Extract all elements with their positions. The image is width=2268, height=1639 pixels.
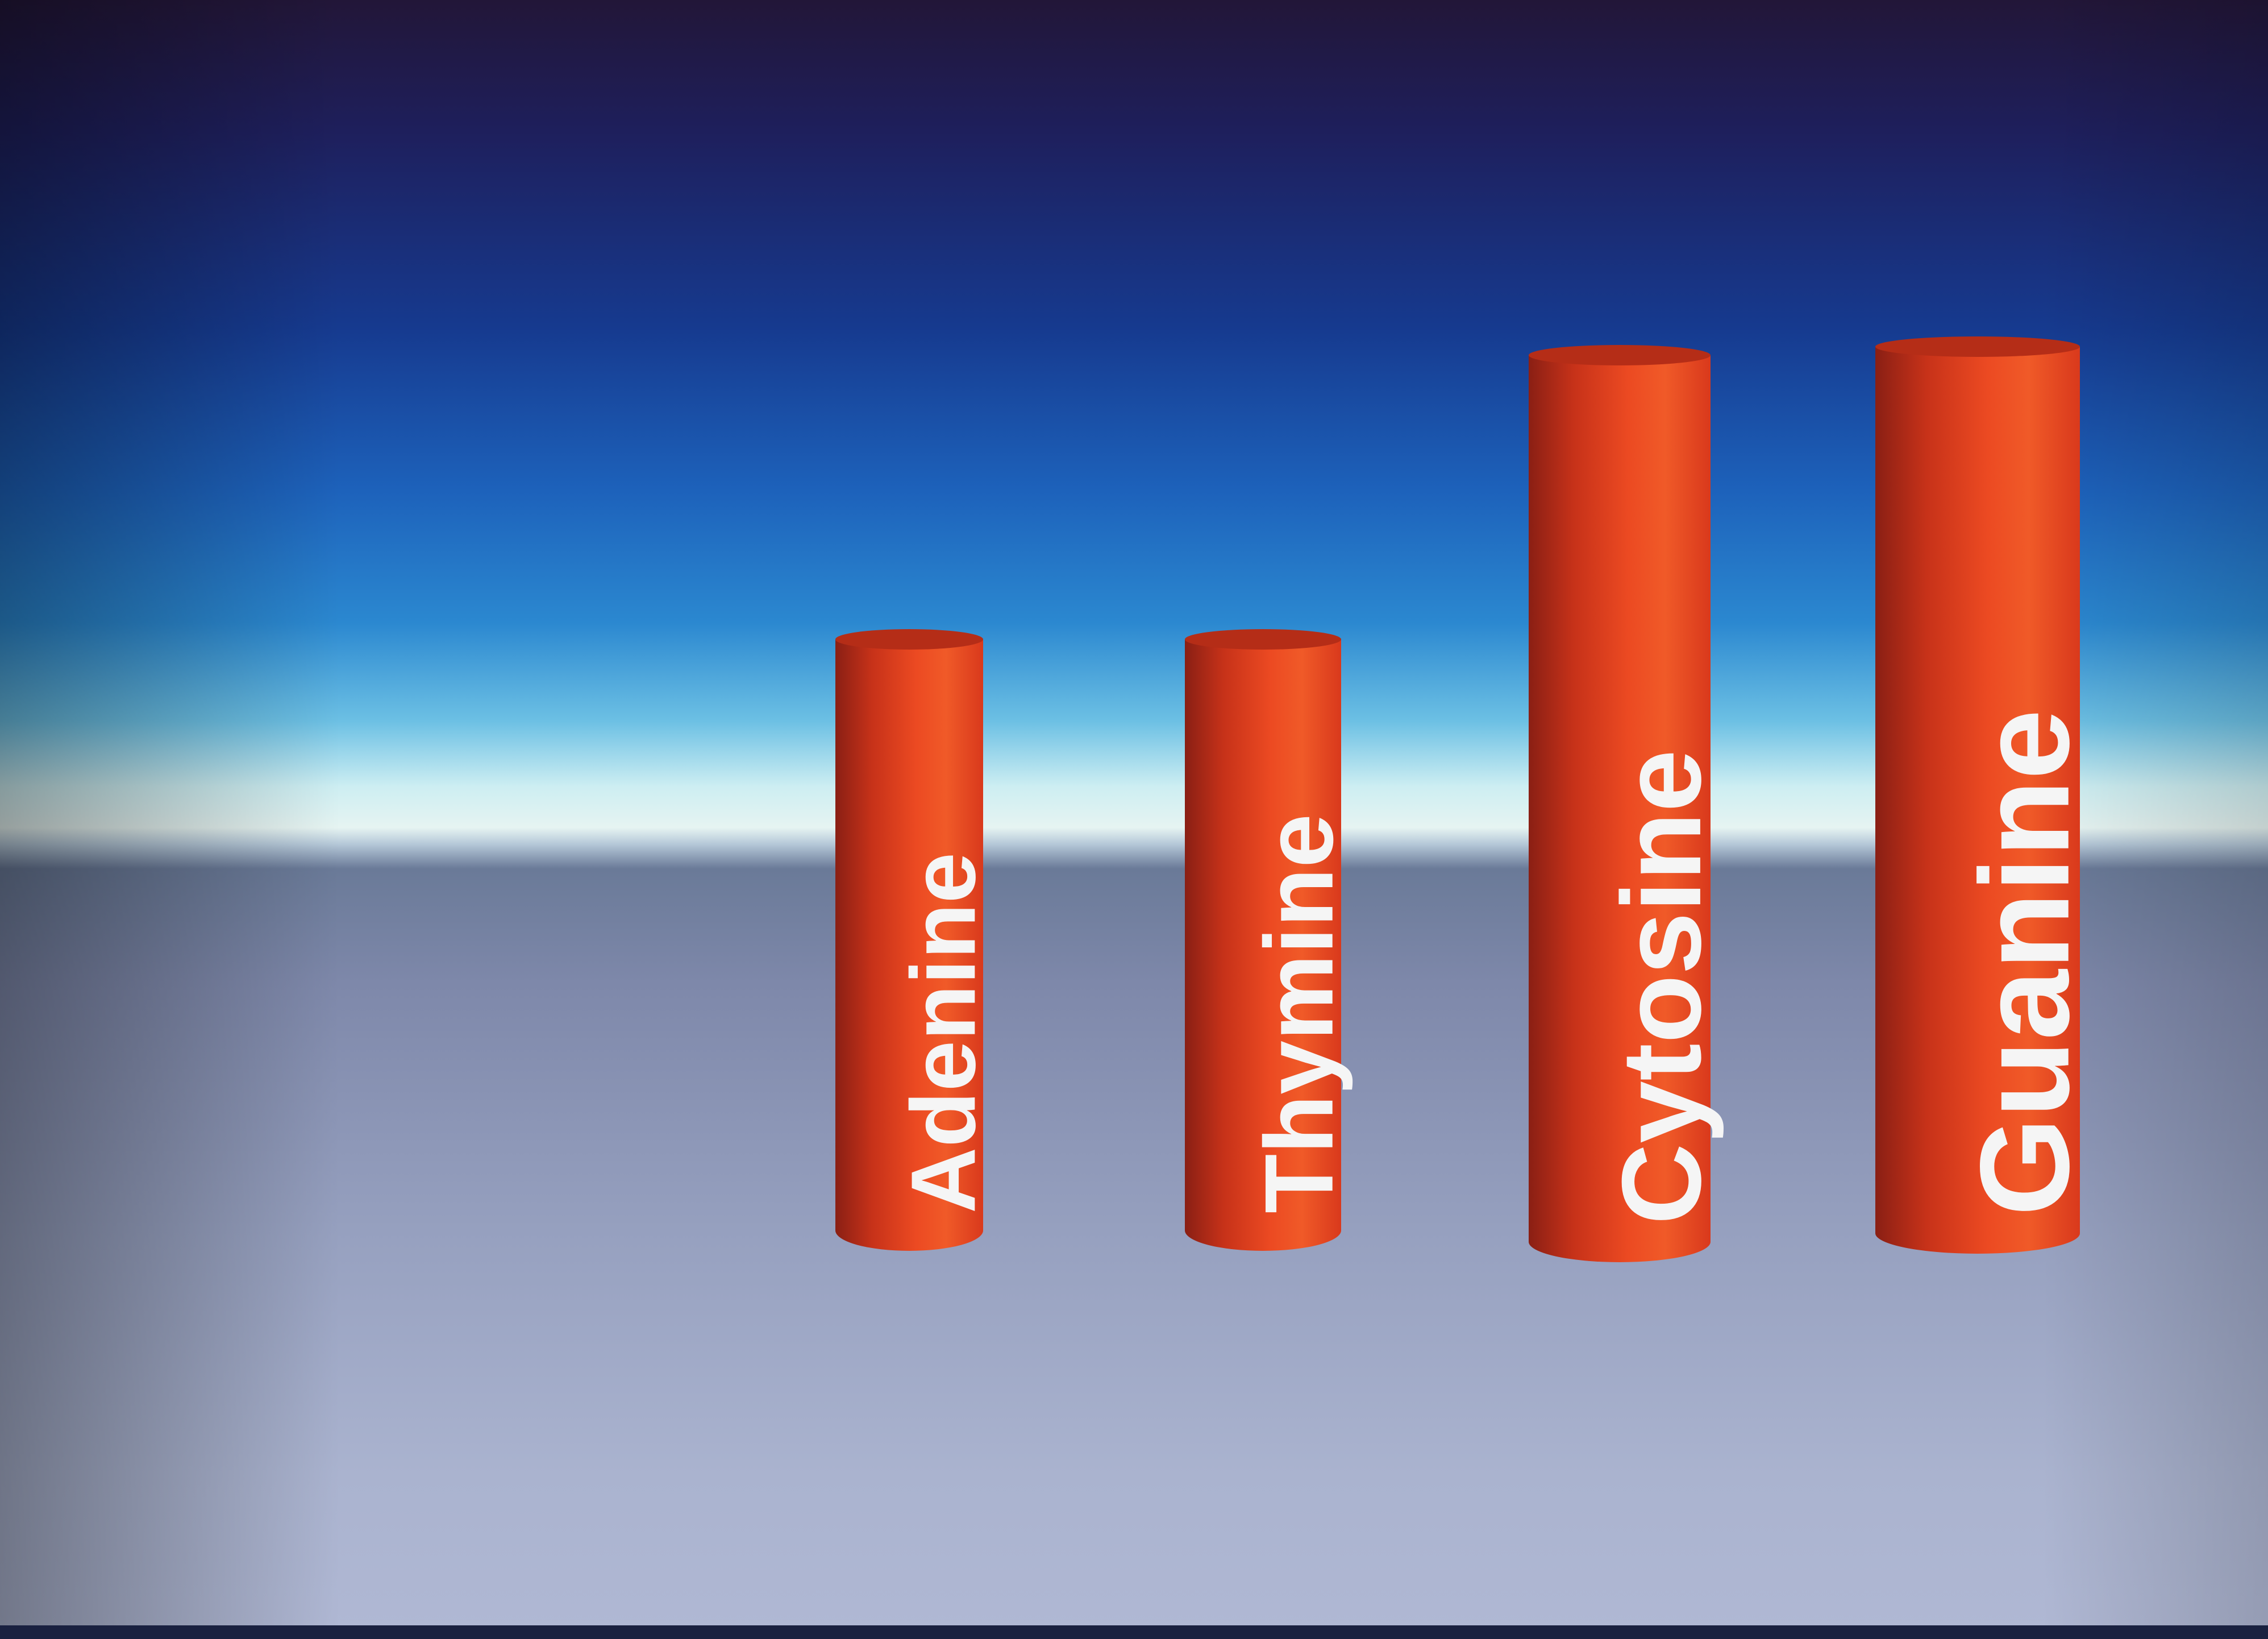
bar-label-cytosine: Cytosine <box>1599 750 1724 1225</box>
bar-cap-adenine <box>835 629 983 650</box>
bar-adenine: Adenine <box>835 629 994 1251</box>
bar-cap-thymine <box>1185 629 1341 650</box>
bar-cap-cytosine <box>1529 345 1711 365</box>
bar-cap-guanine <box>1875 336 2080 357</box>
bar-guanine: Guanine <box>1875 336 2096 1254</box>
bar-label-guanine: Guanine <box>1954 709 2096 1216</box>
bar-cytosine: Cytosine <box>1529 345 1724 1262</box>
bar-thymine: Thymine <box>1185 629 1354 1251</box>
bar-label-adenine: Adenine <box>892 852 994 1213</box>
bottom-edge <box>0 1625 2268 1639</box>
chart-scene: Adenine Thymine Cytosine Guanine <box>0 0 2268 1639</box>
bar-label-thymine: Thymine <box>1245 814 1354 1213</box>
